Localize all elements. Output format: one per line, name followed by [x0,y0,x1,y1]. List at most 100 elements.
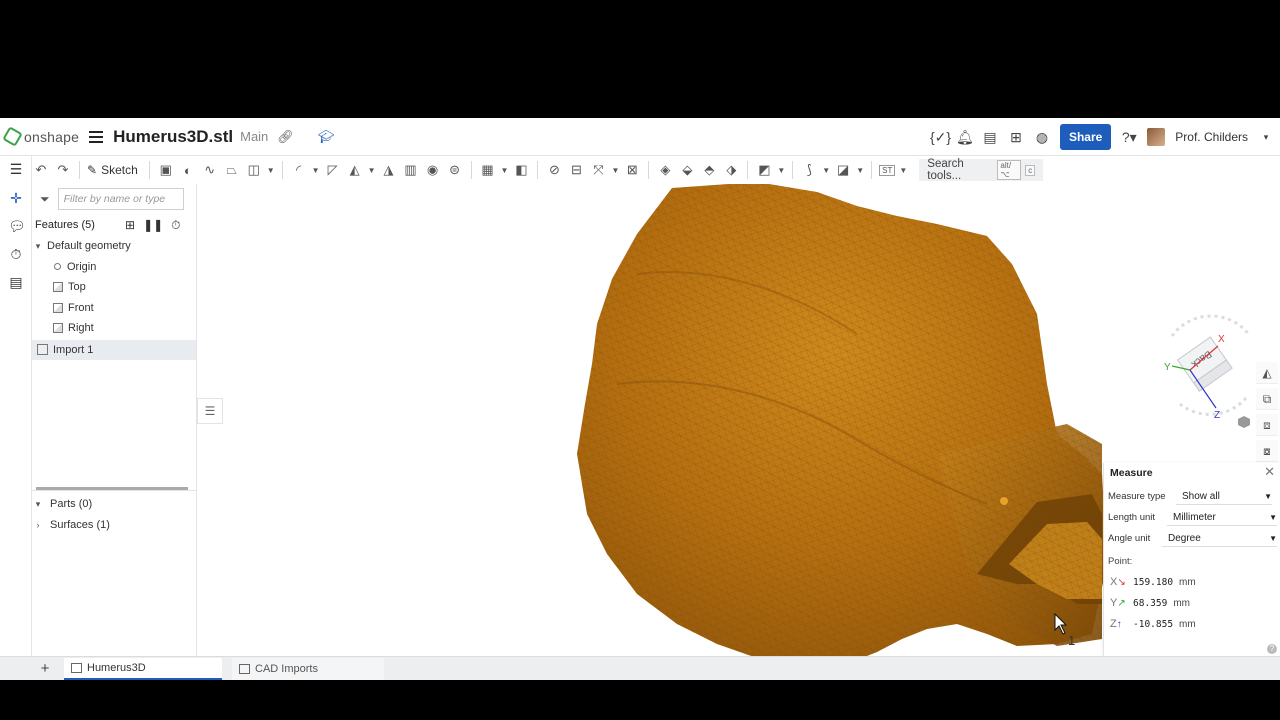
stopwatch-icon[interactable]: ⏱︎ [171,218,180,233]
tab-humerus3d[interactable]: Humerus3D [64,657,222,680]
chevron-down-icon[interactable]: ▼ [267,166,275,175]
mirror-icon[interactable]: ◧ [512,162,530,178]
menu-icon[interactable] [89,130,104,143]
onshape-logo[interactable]: onshape [2,126,79,147]
chevron-down-icon[interactable]: ▼ [822,166,830,175]
thicken-icon[interactable]: ◫ [245,162,263,178]
surface-icon[interactable]: ◪ [834,162,852,178]
chevron-down-icon[interactable]: ▾ [32,499,44,510]
user-name[interactable]: Prof. Childers [1175,130,1248,144]
pause-rollback-icon[interactable]: ❚❚ [143,218,163,232]
mate-connector-icon[interactable]: ✛ [8,190,24,207]
plane-icon[interactable]: ◩ [755,162,773,178]
transform-icon[interactable]: ⤧ [589,162,607,178]
chevron-down-icon[interactable]: ▼ [899,166,907,175]
length-unit-select[interactable]: Millimeter ▼ [1167,509,1277,526]
length-unit-value: Millimeter [1173,511,1216,523]
tree-item-top[interactable]: Top [32,277,196,298]
properties-list-icon[interactable]: ▤ [8,274,24,291]
delete-face-icon[interactable]: ⬙ [678,162,696,178]
fillet-icon[interactable]: ◜ [290,162,308,178]
redo-icon[interactable]: ↷ [54,162,72,178]
tab-cad-imports[interactable]: CAD Imports [232,657,384,680]
chevron-down-icon[interactable]: ▼ [777,166,785,175]
chevron-down-icon[interactable]: ▼ [611,166,619,175]
hole-icon[interactable]: ◉ [424,162,442,178]
help-icon[interactable]: ?▾ [1121,129,1137,146]
chevron-down-icon[interactable]: ▾ [32,241,44,252]
extrude-icon[interactable]: ▣ [157,162,175,178]
notifications-bell-icon[interactable]: 🔔︎ [956,129,974,146]
import-icon [37,344,48,356]
replace-face-icon[interactable]: ⬗ [722,162,740,178]
tree-item-right[interactable]: Right [32,318,196,339]
tree-item-surfaces[interactable]: › Surfaces (1) [32,515,196,536]
undo-icon[interactable]: ↶ [32,162,50,178]
variables-icon[interactable]: {✓} [930,129,951,146]
render-mode-icon[interactable]: ◭ [1256,362,1278,384]
boolean-icon[interactable]: ⊘ [545,162,563,178]
globe-icon[interactable]: ◍ [1034,129,1050,146]
view-cube[interactable]: Back X Y Z [1150,308,1260,428]
chevron-down-icon[interactable]: ▼ [368,166,376,175]
shell-icon[interactable]: ▥ [402,162,420,178]
tree-item-origin[interactable]: Origin [32,257,196,278]
document-info-icon[interactable]: ▤ [982,129,998,146]
tab-label: Humerus3D [87,661,146,674]
split-icon[interactable]: ⊟ [567,162,585,178]
view-cube-menu-icon[interactable] [1238,416,1250,428]
sweep-icon[interactable]: ∿ [201,162,219,178]
thread-icon[interactable]: ⊜ [446,162,464,178]
coord-z-value[interactable]: -10.855 [1133,619,1173,630]
chevron-right-icon[interactable]: › [32,520,44,530]
branch-name[interactable]: Main [240,129,268,144]
user-menu-chevron-down-icon[interactable]: ▾ [1258,132,1274,143]
tree-item-front[interactable]: Front [32,298,196,319]
filter-funnel-icon[interactable]: ⏷ [40,192,50,207]
draft-icon[interactable]: ◭ [346,162,364,178]
chevron-down-icon: ▼ [1264,491,1272,501]
avatar[interactable] [1147,128,1166,146]
chevron-down-icon[interactable]: ▼ [501,166,509,175]
feature-filter-input[interactable]: Filter by name or type [57,188,184,210]
revolve-icon[interactable]: ◐ [179,163,197,178]
tree-item-import[interactable]: Import 1 [32,339,196,360]
add-tab-plus-icon[interactable]: + [38,660,52,677]
app-store-icon[interactable]: ⊞ [1008,129,1024,146]
sketch-button[interactable]: ✎ Sketch [87,163,138,177]
explode-view-icon[interactable]: ⧈ [1256,414,1278,436]
delete-part-icon[interactable]: ⊠ [623,162,641,178]
share-button[interactable]: Share [1059,124,1112,150]
link-icon[interactable]: 🔗︎ [277,129,294,145]
chevron-down-icon[interactable]: ▼ [312,166,320,175]
coord-x-value[interactable]: 159.180 [1133,577,1173,588]
close-icon[interactable]: ✕ [1264,464,1275,480]
move-face-icon[interactable]: ⬘ [700,162,718,178]
pattern-icon[interactable]: ▦ [479,162,497,178]
search-tools-input[interactable]: Search tools... alt/⌥ c [919,158,1044,182]
help-icon[interactable]: ? [1267,644,1277,654]
loft-icon[interactable]: ⏢ [223,162,241,178]
chevron-down-icon[interactable]: ▼ [856,166,864,175]
modify-fillet-icon[interactable]: ◈ [656,162,674,178]
angle-unit-select[interactable]: Degree ▼ [1162,530,1277,547]
document-title[interactable]: Humerus3D.stl [113,127,233,147]
coord-y-value[interactable]: 68.359 [1133,598,1167,609]
history-stopwatch-icon[interactable]: ⏱︎ [8,246,24,263]
tree-item-parts[interactable]: ▾ Parts (0) [32,494,196,515]
tree-item-default-geometry[interactable]: ▾ Default geometry [32,236,196,257]
search-shortcut-key: c [1025,164,1036,176]
add-folder-icon[interactable]: ⊞ [125,218,135,232]
cursor-selection-count: 1 [1068,633,1075,648]
section-view-icon[interactable]: ⧉ [1256,388,1278,410]
comments-icon[interactable]: 💬︎ [8,218,26,235]
measure-type-select[interactable]: Show all ▼ [1176,488,1272,505]
measure-tool-icon[interactable]: ⧇ [1256,440,1278,462]
feature-list-icon[interactable]: ☰ [8,161,24,178]
curve-icon[interactable]: ⟆ [800,162,818,178]
tab-bar: + Humerus3D CAD Imports [0,656,1280,680]
st-feature-icon[interactable]: ST [879,164,896,176]
learning-center-icon[interactable]: 🎓︎ [318,129,335,145]
rib-icon[interactable]: ◮ [380,162,398,178]
chamfer-icon[interactable]: ◸ [324,162,342,178]
